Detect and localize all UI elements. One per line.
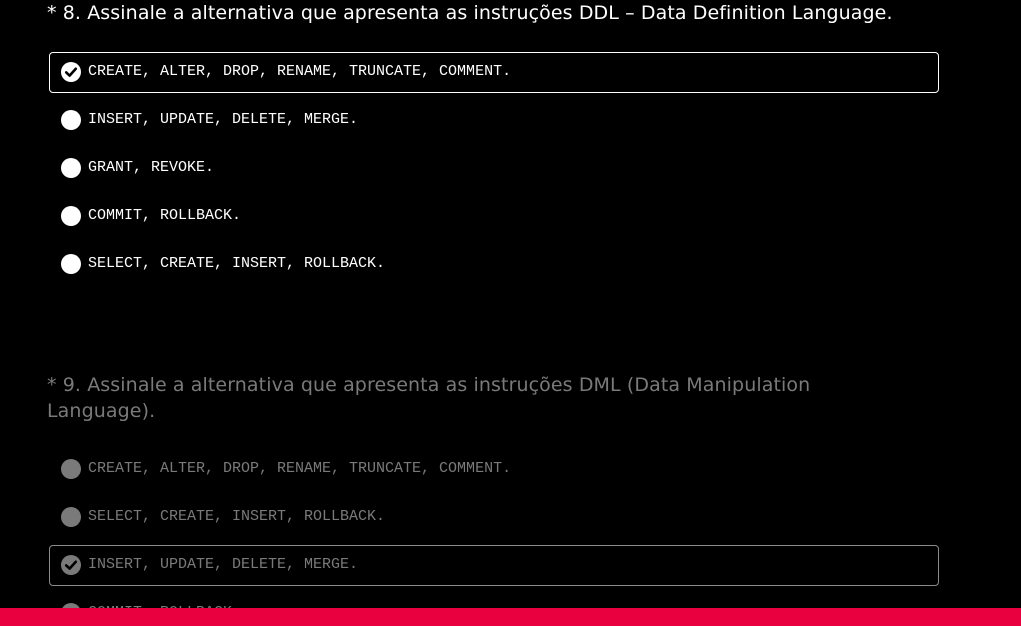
radio-circle-icon <box>61 459 81 479</box>
survey-page: * 8. Assinale a alternativa que apresent… <box>0 0 1021 626</box>
bottom-bar <box>0 608 1021 626</box>
option-label: INSERT, UPDATE, DELETE, MERGE. <box>88 556 359 573</box>
answer-option[interactable]: CREATE, ALTER, DROP, RENAME, TRUNCATE, C… <box>49 52 939 93</box>
option-label: CREATE, ALTER, DROP, RENAME, TRUNCATE, C… <box>88 63 512 80</box>
option-label: INSERT, UPDATE, DELETE, MERGE. <box>88 111 359 128</box>
option-label: SELECT, CREATE, INSERT, ROLLBACK. <box>88 255 386 272</box>
option-label: GRANT, REVOKE. <box>88 159 215 176</box>
answer-option[interactable]: INSERT, UPDATE, DELETE, MERGE. <box>49 545 939 586</box>
answer-option[interactable]: GRANT, REVOKE. <box>49 148 939 189</box>
answer-option[interactable]: COMMIT, ROLLBACK. <box>49 196 939 237</box>
option-label: SELECT, CREATE, INSERT, ROLLBACK. <box>88 508 386 525</box>
radio-circle-icon <box>61 254 81 274</box>
answer-option[interactable]: INSERT, UPDATE, DELETE, MERGE. <box>49 100 939 141</box>
answer-option[interactable]: CREATE, ALTER, DROP, RENAME, TRUNCATE, C… <box>49 449 939 490</box>
question-title: * 9. Assinale a alternativa que apresent… <box>47 374 811 422</box>
radio-circle-icon <box>61 206 81 226</box>
answer-option[interactable]: SELECT, CREATE, INSERT, ROLLBACK. <box>49 497 939 538</box>
check-circle-icon <box>61 62 81 82</box>
question-title: * 8. Assinale a alternativa que apresent… <box>47 2 893 24</box>
answer-option[interactable]: SELECT, CREATE, INSERT, ROLLBACK. <box>49 244 939 285</box>
radio-circle-icon <box>61 507 81 527</box>
option-label: COMMIT, ROLLBACK. <box>88 207 242 224</box>
radio-circle-icon <box>61 158 81 178</box>
option-label: CREATE, ALTER, DROP, RENAME, TRUNCATE, C… <box>88 460 512 477</box>
check-circle-icon <box>61 555 81 575</box>
radio-circle-icon <box>61 110 81 130</box>
